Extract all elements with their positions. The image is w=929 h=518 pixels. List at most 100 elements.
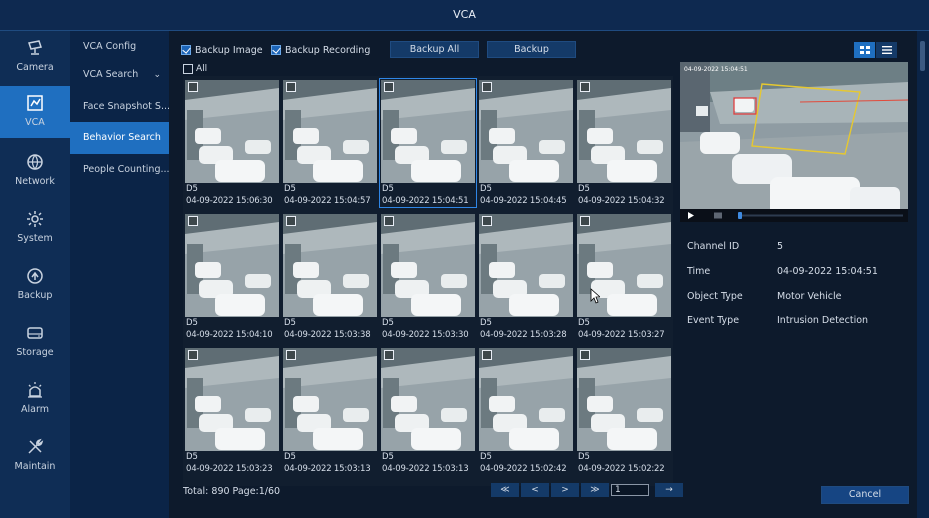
window-title: VCA [453,8,476,21]
thumbnail-channel: D5 [186,184,198,194]
thumbnail-checkbox[interactable] [188,82,198,92]
thumbnail-checkbox[interactable] [188,216,198,226]
nav-label: System [17,233,53,244]
thumbnail-timestamp: 04-09-2022 15:03:38 [284,330,371,340]
backup-recording-checkbox[interactable]: Backup Recording [271,43,370,57]
thumbnail-timestamp: 04-09-2022 15:04:57 [284,196,371,206]
result-thumbnail[interactable]: D5 04-09-2022 15:04:45 [477,78,575,208]
snapshot-image[interactable] [381,214,475,317]
subnav-vca-search[interactable]: VCA Search ⌄ [70,59,169,91]
result-thumbnail[interactable]: D5 04-09-2022 15:03:23 [183,346,281,476]
thumbnail-checkbox[interactable] [384,82,394,92]
result-thumbnail[interactable]: D5 04-09-2022 15:03:28 [477,212,575,342]
snapshot-image[interactable] [185,348,279,451]
first-page-button[interactable]: ≪ [491,483,519,497]
last-page-button[interactable]: ≫ [581,483,609,497]
nav-item-backup[interactable]: Backup [0,259,70,311]
thumbnail-checkbox[interactable] [188,350,198,360]
snapshot-image[interactable] [283,214,377,317]
thumbnail-checkbox[interactable] [286,82,296,92]
result-grid: D5 04-09-2022 15:06:30 D5 04-09-2022 15:04:… [183,76,673,486]
result-thumbnail[interactable]: D5 04-09-2022 15:04:51 [379,78,477,208]
thumbnail-checkbox[interactable] [580,350,590,360]
snapshot-image[interactable] [283,348,377,451]
snapshot-image[interactable] [479,348,573,451]
nav-item-storage[interactable]: Storage [0,316,70,368]
snapshot-image[interactable] [479,214,573,317]
thumbnail-channel: D5 [382,452,394,462]
thumbnail-checkbox[interactable] [482,82,492,92]
nav-label: VCA [25,117,45,128]
result-thumbnail[interactable]: D5 04-09-2022 15:03:38 [281,212,379,342]
thumbnail-checkbox[interactable] [482,350,492,360]
behavior-search-panel: Backup Image Backup Recording Backup All… [169,31,929,518]
nav-item-network[interactable]: Network [0,145,70,197]
scrollbar-thumb[interactable] [920,41,925,71]
thumbnail-channel: D5 [186,452,198,462]
backup-image-checkbox[interactable]: Backup Image [181,43,263,57]
nav-item-system[interactable]: System [0,202,70,254]
thumbnail-checkbox[interactable] [286,216,296,226]
cancel-button[interactable]: Cancel [821,486,909,504]
result-thumbnail[interactable]: D5 04-09-2022 15:06:30 [183,78,281,208]
subnav-people-counting[interactable]: People Counting... [70,154,169,186]
checkbox-box[interactable] [271,45,281,55]
network-icon [27,154,43,171]
result-thumbnail[interactable]: D5 04-09-2022 15:03:30 [379,212,477,342]
snapshot-image[interactable] [185,214,279,317]
result-thumbnail[interactable]: D5 04-09-2022 15:02:42 [477,346,575,476]
result-thumbnail[interactable]: D5 04-09-2022 15:04:57 [281,78,379,208]
nav-item-vca[interactable]: VCA [0,86,70,138]
page-number-input[interactable]: 1 [611,484,649,496]
result-thumbnail[interactable]: D5 04-09-2022 15:04:10 [183,212,281,342]
thumbnail-checkbox[interactable] [384,216,394,226]
snapshot-image[interactable] [185,80,279,183]
thumbnail-timestamp: 04-09-2022 15:06:30 [186,196,273,206]
snapshot-image[interactable] [577,348,671,451]
thumbnail-channel: D5 [578,452,590,462]
result-thumbnail[interactable]: D5 04-09-2022 15:04:32 [575,78,673,208]
nav-item-maintain[interactable]: Maintain [0,430,70,482]
go-to-page-button[interactable]: → [655,483,683,497]
checkbox-box[interactable] [183,64,193,74]
nav-label: Network [15,176,55,187]
result-thumbnail[interactable]: D5 04-09-2022 15:03:13 [379,346,477,476]
thumbnail-checkbox[interactable] [384,350,394,360]
nav-label: Storage [16,347,54,358]
checkbox-box[interactable] [181,45,191,55]
next-page-button[interactable]: > [551,483,579,497]
snapshot-image[interactable] [479,80,573,183]
detail-label: Object Type [687,291,743,302]
result-thumbnail[interactable]: D5 04-09-2022 15:02:22 [575,346,673,476]
subnav-face-snapshot[interactable]: Face Snapshot S... [70,91,169,123]
select-all-checkbox[interactable]: All [183,63,207,75]
backup-all-button[interactable]: Backup All [390,41,479,58]
subnav-behavior-search[interactable]: Behavior Search [70,122,169,154]
nav-item-camera[interactable]: Camera [0,31,70,83]
thumbnail-checkbox[interactable] [286,350,296,360]
checkbox-label: All [196,64,208,74]
playback-preview[interactable]: 04-09-2022 15:04:51 [680,62,908,220]
playback-bar[interactable] [680,209,908,222]
list-view-button[interactable] [876,42,897,58]
thumbnail-checkbox[interactable] [482,216,492,226]
result-thumbnail[interactable]: D5 04-09-2022 15:03:13 [281,346,379,476]
subnav-label: Behavior Search [83,132,161,143]
backup-button[interactable]: Backup [487,41,576,58]
thumbnail-channel: D5 [284,184,296,194]
snapshot-image[interactable] [283,80,377,183]
snapshot-image[interactable] [381,80,475,183]
snapshot-image[interactable] [577,80,671,183]
nav-item-alarm[interactable]: Alarm [0,373,70,425]
snapshot-image[interactable] [381,348,475,451]
prev-page-button[interactable]: < [521,483,549,497]
subnav-label: VCA Search [83,69,139,80]
alarm-icon [28,382,42,398]
thumbnail-checkbox[interactable] [580,216,590,226]
scrollbar[interactable] [917,31,929,518]
grid-view-button[interactable] [854,42,875,58]
thumbnail-timestamp: 04-09-2022 15:03:23 [186,464,273,474]
thumbnail-timestamp: 04-09-2022 15:03:28 [480,330,567,340]
thumbnail-checkbox[interactable] [580,82,590,92]
result-thumbnail[interactable]: D5 04-09-2022 15:03:27 [575,212,673,342]
